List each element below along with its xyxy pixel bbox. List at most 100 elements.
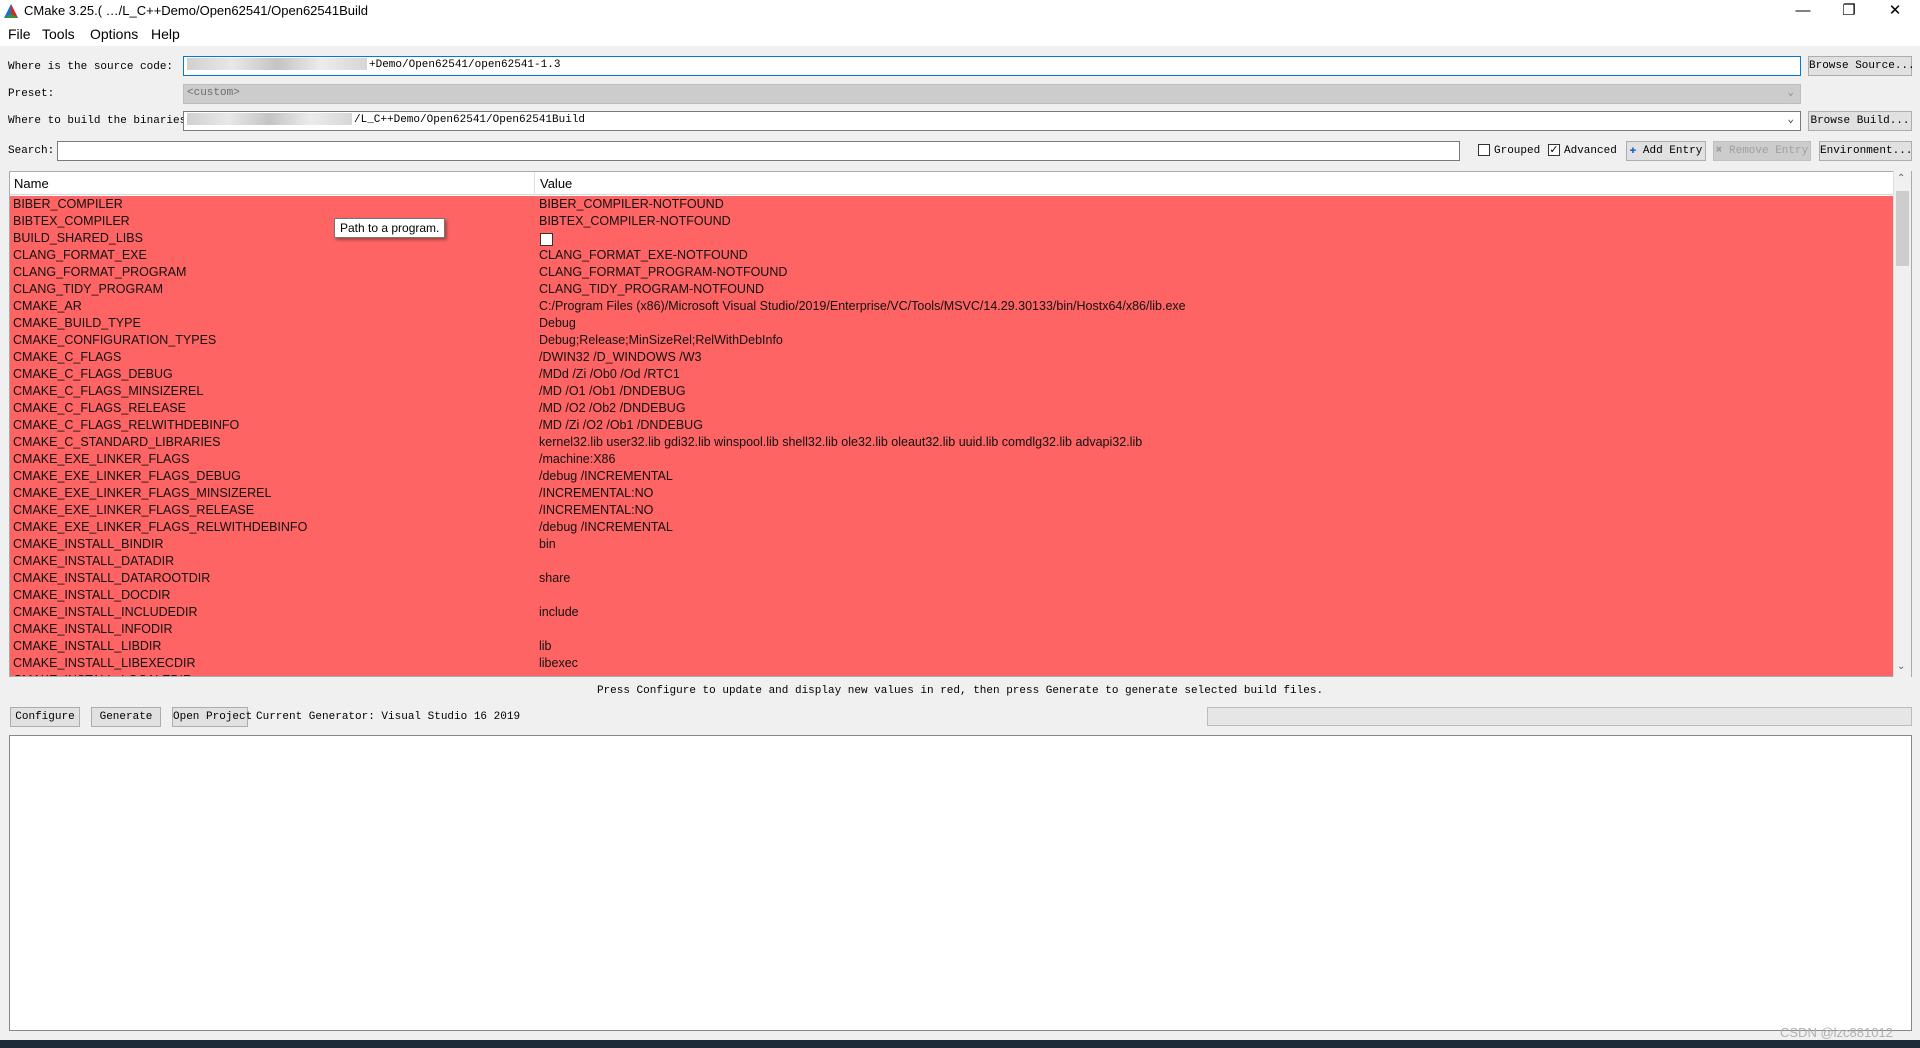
entry-value[interactable]: /MD /Zi /O2 /Ob1 /DNDEBUG: [539, 417, 703, 434]
source-path-text: +Demo/Open62541/open62541-1.3: [369, 59, 561, 71]
table-row[interactable]: CMAKE_EXE_LINKER_FLAGS_RELEASE/INCREMENT…: [10, 502, 1895, 519]
menu-help[interactable]: Help: [151, 26, 180, 42]
table-row[interactable]: BIBTEX_COMPILER BIBTEX_COMPILER-NOTFOUND: [10, 213, 1895, 230]
add-entry-button[interactable]: ✚ Add Entry: [1626, 141, 1706, 161]
table-row[interactable]: CLANG_FORMAT_PROGRAM CLANG_FORMAT_PROGRAM…: [10, 264, 1895, 281]
entry-name: CMAKE_C_FLAGS_MINSIZEREL: [13, 384, 204, 398]
table-row[interactable]: CMAKE_INSTALL_DATADIR: [10, 553, 1895, 570]
entry-value[interactable]: /machine:X86: [539, 451, 615, 468]
entry-value[interactable]: CLANG_FORMAT_PROGRAM-NOTFOUND: [539, 264, 787, 281]
table-row[interactable]: CMAKE_C_STANDARD_LIBRARIES kernel32.lib u…: [10, 434, 1895, 451]
table-row[interactable]: BIBER_COMPILER BIBER_COMPILER-NOTFOUND: [10, 196, 1895, 213]
restore-button[interactable]: ❐: [1826, 0, 1872, 22]
table-row[interactable]: CMAKE_EXE_LINKER_FLAGS_MINSIZEREL/INCREM…: [10, 485, 1895, 502]
table-row[interactable]: CMAKE_C_FLAGS_MINSIZEREL/MD /O1 /Ob1 /DN…: [10, 383, 1895, 400]
output-log[interactable]: [9, 735, 1912, 1031]
entry-name: CMAKE_AR: [13, 299, 82, 313]
entry-value[interactable]: libexec: [539, 655, 578, 672]
minimize-button[interactable]: —: [1780, 0, 1826, 22]
entry-value[interactable]: bin: [539, 536, 556, 553]
grouped-checkbox[interactable]: [1478, 144, 1490, 156]
table-row[interactable]: BUILD_SHARED_LIBS: [10, 230, 1895, 247]
entry-value[interactable]: /debug /INCREMENTAL: [539, 519, 673, 536]
table-row[interactable]: CMAKE_EXE_LINKER_FLAGS/machine:X86: [10, 451, 1895, 468]
menu-file[interactable]: File: [8, 26, 31, 42]
entry-value[interactable]: /MD /O1 /Ob1 /DNDEBUG: [539, 383, 686, 400]
scroll-up-icon[interactable]: ⌃: [1897, 173, 1905, 184]
entry-name: CMAKE_C_FLAGS_RELEASE: [13, 401, 186, 415]
table-row[interactable]: CMAKE_INSTALL_INCLUDEDIR include: [10, 604, 1895, 621]
close-button[interactable]: ✕: [1872, 0, 1918, 22]
entry-name: CMAKE_EXE_LINKER_FLAGS_MINSIZEREL: [13, 486, 272, 500]
entry-value[interactable]: /INCREMENTAL:NO: [539, 485, 653, 502]
entry-value[interactable]: CLANG_FORMAT_EXE-NOTFOUND: [539, 247, 748, 264]
column-header-value[interactable]: Value: [540, 176, 572, 191]
entry-name: CLANG_TIDY_PROGRAM: [13, 282, 164, 296]
column-divider[interactable]: [534, 172, 535, 195]
menu-tools[interactable]: Tools: [42, 26, 75, 42]
entry-value[interactable]: include: [539, 604, 579, 621]
cache-table[interactable]: Name Value BIBER_COMPILER BIBER_COMPILER-…: [9, 171, 1912, 677]
table-row[interactable]: CMAKE_AR C:/Program Files (x86)/Microsoft…: [10, 298, 1895, 315]
table-row[interactable]: CMAKE_C_FLAGS_RELEASE/MD /O2 /Ob2 /DNDEB…: [10, 400, 1895, 417]
entry-value[interactable]: /MD /O2 /Ob2 /DNDEBUG: [539, 400, 686, 417]
table-row[interactable]: CMAKE_EXE_LINKER_FLAGS_RELWITHDEBINFO/de…: [10, 519, 1895, 536]
table-row[interactable]: CMAKE_INSTALL_LIBDIR lib: [10, 638, 1895, 655]
table-scrollbar[interactable]: ⌃ ⌄: [1893, 171, 1911, 677]
binaries-path-text: /L_C++Demo/Open62541/Open62541Build: [354, 114, 586, 126]
scroll-down-icon[interactable]: ⌄: [1897, 661, 1905, 672]
table-row[interactable]: CMAKE_INSTALL_DATAROOTDIR share: [10, 570, 1895, 587]
search-input[interactable]: [57, 141, 1460, 161]
table-row[interactable]: CLANG_FORMAT_EXE CLANG_FORMAT_EXE-NOTFOUN…: [10, 247, 1895, 264]
open-project-button[interactable]: Open Project: [172, 707, 252, 727]
source-input[interactable]: +Demo/Open62541/open62541-1.3: [183, 56, 1801, 76]
entry-value[interactable]: C:/Program Files (x86)/Microsoft Visual …: [539, 298, 1186, 315]
remove-entry-button[interactable]: ✖ Remove Entry: [1713, 141, 1811, 161]
entry-value[interactable]: Debug: [539, 315, 576, 332]
binaries-label: Where to build the binaries:: [8, 115, 193, 127]
table-row[interactable]: CMAKE_BUILD_TYPE Debug: [10, 315, 1895, 332]
entry-value[interactable]: BIBTEX_COMPILER-NOTFOUND: [539, 213, 731, 230]
environment-button[interactable]: Environment...: [1819, 141, 1912, 161]
table-row[interactable]: CLANG_TIDY_PROGRAM CLANG_TIDY_PROGRAM-NOT…: [10, 281, 1895, 298]
menu-bar: [0, 22, 1920, 46]
remove-entry-label: Remove Entry: [1729, 145, 1809, 157]
entry-value[interactable]: /debug /INCREMENTAL: [539, 468, 673, 485]
chevron-down-icon[interactable]: ⌄: [1787, 112, 1794, 128]
entry-value[interactable]: kernel32.lib user32.lib gdi32.lib winspo…: [539, 434, 1142, 451]
table-row[interactable]: CMAKE_INSTALL_LOCALEDIR: [10, 672, 1895, 676]
entry-value[interactable]: /DWIN32 /D_WINDOWS /W3: [539, 349, 702, 366]
entry-name: CLANG_FORMAT_EXE: [13, 248, 147, 262]
advanced-checkbox[interactable]: ✓: [1548, 144, 1560, 156]
entry-value[interactable]: BIBER_COMPILER-NOTFOUND: [539, 196, 724, 213]
entry-checkbox[interactable]: [540, 233, 553, 246]
preset-select[interactable]: <custom> ⌄: [183, 84, 1801, 104]
table-row[interactable]: CMAKE_C_FLAGS_DEBUG/MDd /Zi /Ob0 /Od /RT…: [10, 366, 1895, 383]
menu-options[interactable]: Options: [90, 26, 138, 42]
entry-value[interactable]: lib: [539, 638, 552, 655]
browse-source-button[interactable]: Browse Source...: [1808, 56, 1915, 76]
browse-build-button[interactable]: Browse Build...: [1808, 111, 1912, 131]
table-row[interactable]: CMAKE_CONFIGURATION_TYPES Debug;Release;M…: [10, 332, 1895, 349]
search-label: Search:: [8, 145, 55, 157]
configure-button[interactable]: Configure: [10, 707, 80, 727]
scrollbar-thumb[interactable]: [1896, 191, 1909, 266]
entry-value[interactable]: share: [539, 570, 570, 587]
column-header-name[interactable]: Name: [14, 176, 49, 191]
table-row[interactable]: CMAKE_INSTALL_INFODIR: [10, 621, 1895, 638]
entry-name: CLANG_FORMAT_PROGRAM: [13, 265, 187, 279]
table-row[interactable]: CMAKE_INSTALL_BINDIR bin: [10, 536, 1895, 553]
entry-name: CMAKE_CONFIGURATION_TYPES: [13, 333, 217, 347]
entry-name: CMAKE_INSTALL_INFODIR: [13, 622, 173, 636]
entry-value[interactable]: Debug;Release;MinSizeRel;RelWithDebInfo: [539, 332, 783, 349]
entry-value[interactable]: CLANG_TIDY_PROGRAM-NOTFOUND: [539, 281, 764, 298]
entry-value[interactable]: /INCREMENTAL:NO: [539, 502, 653, 519]
binaries-input[interactable]: /L_C++Demo/Open62541/Open62541Build ⌄: [183, 111, 1801, 131]
entry-value[interactable]: /MDd /Zi /Ob0 /Od /RTC1: [539, 366, 680, 383]
table-row[interactable]: CMAKE_EXE_LINKER_FLAGS_DEBUG/debug /INCR…: [10, 468, 1895, 485]
generate-button[interactable]: Generate: [91, 707, 161, 727]
table-row[interactable]: CMAKE_INSTALL_LIBEXECDIR libexec: [10, 655, 1895, 672]
table-row[interactable]: CMAKE_C_FLAGS_RELWITHDEBINFO/MD /Zi /O2 …: [10, 417, 1895, 434]
table-row[interactable]: CMAKE_INSTALL_DOCDIR: [10, 587, 1895, 604]
table-row[interactable]: CMAKE_C_FLAGS/DWIN32 /D_WINDOWS /W3: [10, 349, 1895, 366]
